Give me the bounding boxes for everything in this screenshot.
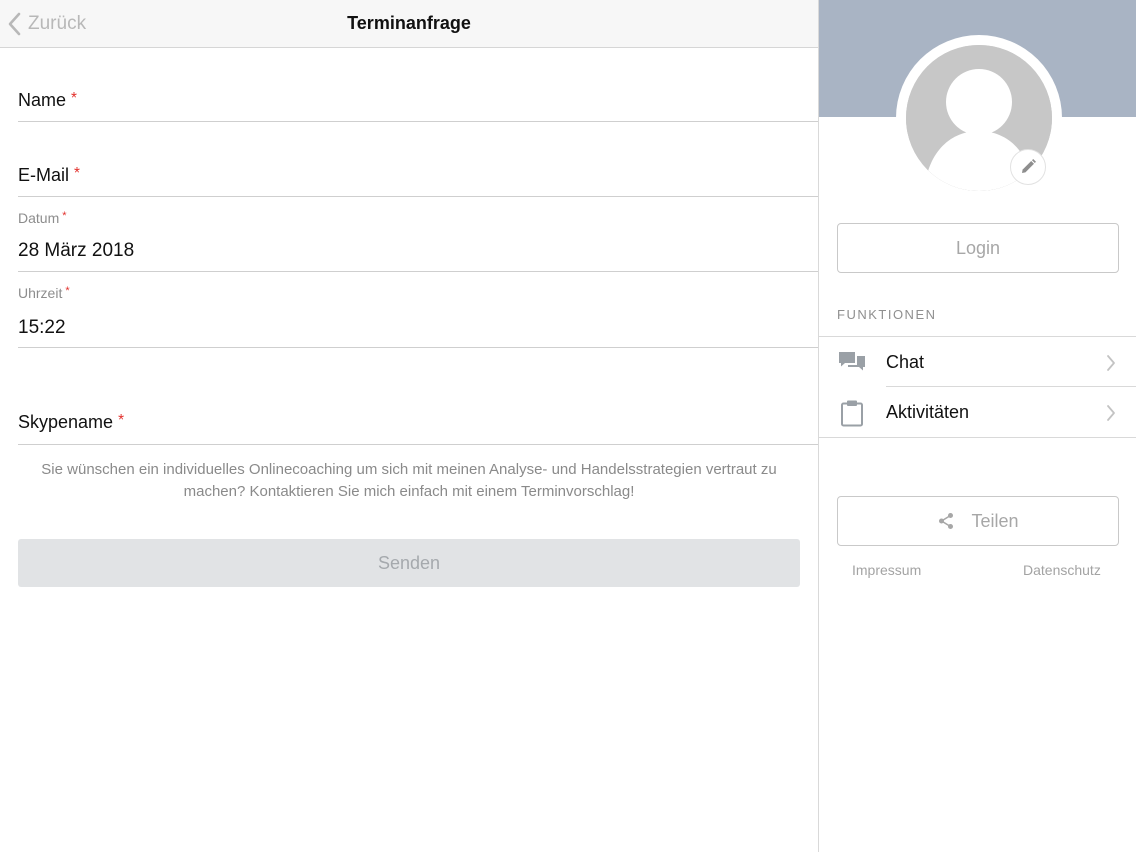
- login-button[interactable]: Login: [837, 223, 1119, 273]
- datenschutz-link[interactable]: Datenschutz: [1023, 562, 1101, 578]
- required-marker: *: [62, 210, 67, 222]
- date-value: 28 März 2018: [18, 240, 135, 261]
- navigation-bar: Zurück Terminanfrage: [0, 0, 818, 48]
- time-label: Uhrzeit *: [18, 285, 70, 301]
- chevron-right-icon: [1107, 355, 1115, 371]
- share-icon: [939, 513, 954, 529]
- share-label: Teilen: [971, 510, 1019, 531]
- divider: [819, 437, 1136, 438]
- email-field[interactable]: E-Mail *: [18, 122, 818, 197]
- chevron-right-icon: [1107, 405, 1115, 421]
- page-title: Terminanfrage: [347, 13, 471, 33]
- time-value: 15:22: [18, 317, 66, 338]
- name-field[interactable]: Name *: [18, 48, 818, 122]
- skype-field[interactable]: Skypename *: [18, 348, 818, 445]
- menu-item-label: Chat: [886, 352, 925, 372]
- chat-icon: [839, 352, 865, 371]
- required-marker: *: [118, 412, 125, 429]
- pencil-icon: [1022, 159, 1036, 173]
- info-text: Sie wünschen ein individuelles Onlinecoa…: [41, 461, 777, 500]
- menu-item-aktivitaeten[interactable]: Aktivitäten: [819, 387, 1136, 437]
- menu-item-chat[interactable]: Chat: [819, 337, 1136, 387]
- impressum-link[interactable]: Impressum: [852, 562, 921, 578]
- email-label: E-Mail *: [18, 165, 80, 185]
- date-field[interactable]: Datum * 28 März 2018: [18, 197, 818, 272]
- send-button[interactable]: Senden: [18, 539, 800, 587]
- sidebar: Login FUNKTIONEN Chat Aktivitäten Teilen…: [818, 0, 1136, 852]
- menu-item-label: Aktivitäten: [886, 402, 970, 422]
- time-field[interactable]: Uhrzeit * 15:22: [18, 272, 818, 348]
- section-heading: FUNKTIONEN: [837, 307, 937, 322]
- form-pane: Zurück Terminanfrage Name * E-Mail * Datum…: [0, 0, 818, 852]
- date-label: Datum *: [18, 210, 67, 226]
- required-marker: *: [71, 90, 77, 107]
- share-button[interactable]: Teilen: [837, 496, 1119, 546]
- required-marker: *: [74, 165, 80, 182]
- skype-label: Skypename *: [18, 412, 125, 432]
- edit-avatar-button[interactable]: [1010, 149, 1046, 185]
- required-marker: *: [65, 285, 70, 297]
- name-label: Name *: [18, 90, 77, 110]
- clipboard-icon: [841, 400, 863, 427]
